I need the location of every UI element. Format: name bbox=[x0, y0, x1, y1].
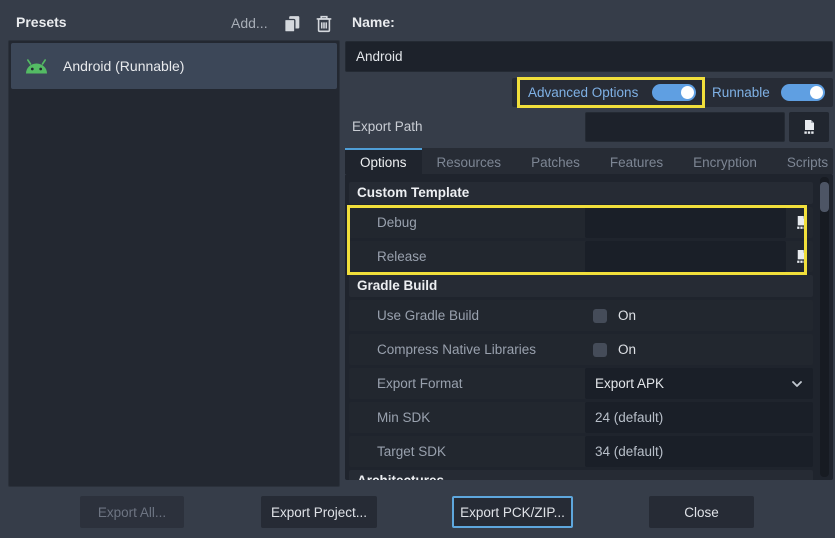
scrollbar-track[interactable] bbox=[820, 177, 829, 477]
preset-item-android[interactable]: Android (Runnable) bbox=[11, 43, 337, 89]
name-input[interactable]: Android bbox=[345, 41, 833, 72]
options-panel: Custom Template Debug bbox=[345, 174, 833, 480]
min-sdk-input[interactable]: 24 (default) bbox=[585, 402, 813, 433]
trash-icon bbox=[315, 15, 333, 33]
min-sdk-label: Min SDK bbox=[349, 410, 430, 425]
compress-native-libraries-checkbox[interactable] bbox=[593, 343, 607, 357]
property-row-use-gradle-build: Use Gradle Build On bbox=[349, 300, 813, 331]
export-all-button[interactable]: Export All... bbox=[80, 496, 184, 528]
target-sdk-input[interactable]: 34 (default) bbox=[585, 436, 813, 467]
export-format-label: Export Format bbox=[349, 376, 463, 391]
runnable-label: Runnable bbox=[712, 85, 770, 100]
file-browse-icon bbox=[794, 249, 809, 264]
section-header-architectures: Architectures bbox=[349, 470, 813, 480]
presets-list: Android (Runnable) bbox=[8, 40, 340, 487]
export-format-dropdown[interactable]: Export APK bbox=[585, 368, 813, 399]
tab-features[interactable]: Features bbox=[595, 148, 678, 174]
tab-resources[interactable]: Resources bbox=[422, 148, 517, 174]
advanced-options-label: Advanced Options bbox=[528, 85, 638, 100]
export-project-button[interactable]: Export Project... bbox=[261, 496, 377, 528]
property-row-target-sdk: Target SDK 34 (default) bbox=[349, 436, 813, 467]
target-sdk-label: Target SDK bbox=[349, 444, 446, 459]
delete-preset-button[interactable] bbox=[315, 15, 333, 33]
close-button[interactable]: Close bbox=[649, 496, 754, 528]
add-preset-button[interactable]: Add... bbox=[231, 15, 268, 31]
debug-path-input[interactable] bbox=[585, 207, 786, 238]
debug-label: Debug bbox=[349, 215, 417, 230]
tab-encryption[interactable]: Encryption bbox=[678, 148, 772, 174]
release-label: Release bbox=[349, 249, 427, 264]
export-pck-zip-button[interactable]: Export PCK/ZIP... bbox=[452, 496, 573, 528]
export-format-value: Export APK bbox=[595, 376, 664, 391]
property-row-export-format: Export Format Export APK bbox=[349, 368, 813, 399]
use-gradle-build-on-label: On bbox=[618, 308, 636, 323]
tab-options[interactable]: Options bbox=[345, 148, 422, 174]
advanced-options-toggle[interactable] bbox=[652, 84, 696, 101]
toggle-knob bbox=[810, 86, 823, 99]
property-row-debug: Debug bbox=[349, 207, 813, 238]
release-path-input[interactable] bbox=[585, 241, 786, 272]
toggle-knob bbox=[681, 86, 694, 99]
android-icon bbox=[23, 58, 50, 75]
export-path-browse-button[interactable] bbox=[789, 112, 829, 142]
file-browse-icon bbox=[801, 119, 817, 135]
options-content: Custom Template Debug bbox=[349, 182, 813, 480]
release-browse-button[interactable] bbox=[789, 241, 813, 272]
property-row-release: Release bbox=[349, 241, 813, 272]
chevron-down-icon bbox=[791, 378, 803, 390]
use-gradle-build-label: Use Gradle Build bbox=[349, 308, 479, 323]
section-header-gradle-build: Gradle Build bbox=[349, 275, 813, 297]
property-row-min-sdk: Min SDK 24 (default) bbox=[349, 402, 813, 433]
property-row-compress-native-libraries: Compress Native Libraries On bbox=[349, 334, 813, 365]
tab-patches[interactable]: Patches bbox=[516, 148, 595, 174]
file-browse-icon bbox=[794, 215, 809, 230]
runnable-toggle[interactable] bbox=[781, 84, 825, 101]
duplicate-icon bbox=[283, 15, 301, 33]
preset-item-label: Android (Runnable) bbox=[63, 58, 184, 74]
section-header-custom-template: Custom Template bbox=[349, 182, 813, 204]
compress-native-libraries-label: Compress Native Libraries bbox=[349, 342, 536, 357]
export-path-input[interactable] bbox=[585, 112, 785, 142]
compress-native-libraries-on-label: On bbox=[618, 342, 636, 357]
use-gradle-build-checkbox[interactable] bbox=[593, 309, 607, 323]
presets-title: Presets bbox=[16, 14, 67, 30]
export-tabs: Options Resources Patches Features Encry… bbox=[345, 148, 833, 174]
scrollbar-thumb[interactable] bbox=[820, 182, 829, 212]
tab-scripts[interactable]: Scripts bbox=[772, 148, 835, 174]
export-path-label: Export Path bbox=[352, 119, 423, 134]
name-label: Name: bbox=[352, 14, 395, 30]
duplicate-preset-button[interactable] bbox=[283, 15, 301, 33]
debug-browse-button[interactable] bbox=[789, 207, 813, 238]
